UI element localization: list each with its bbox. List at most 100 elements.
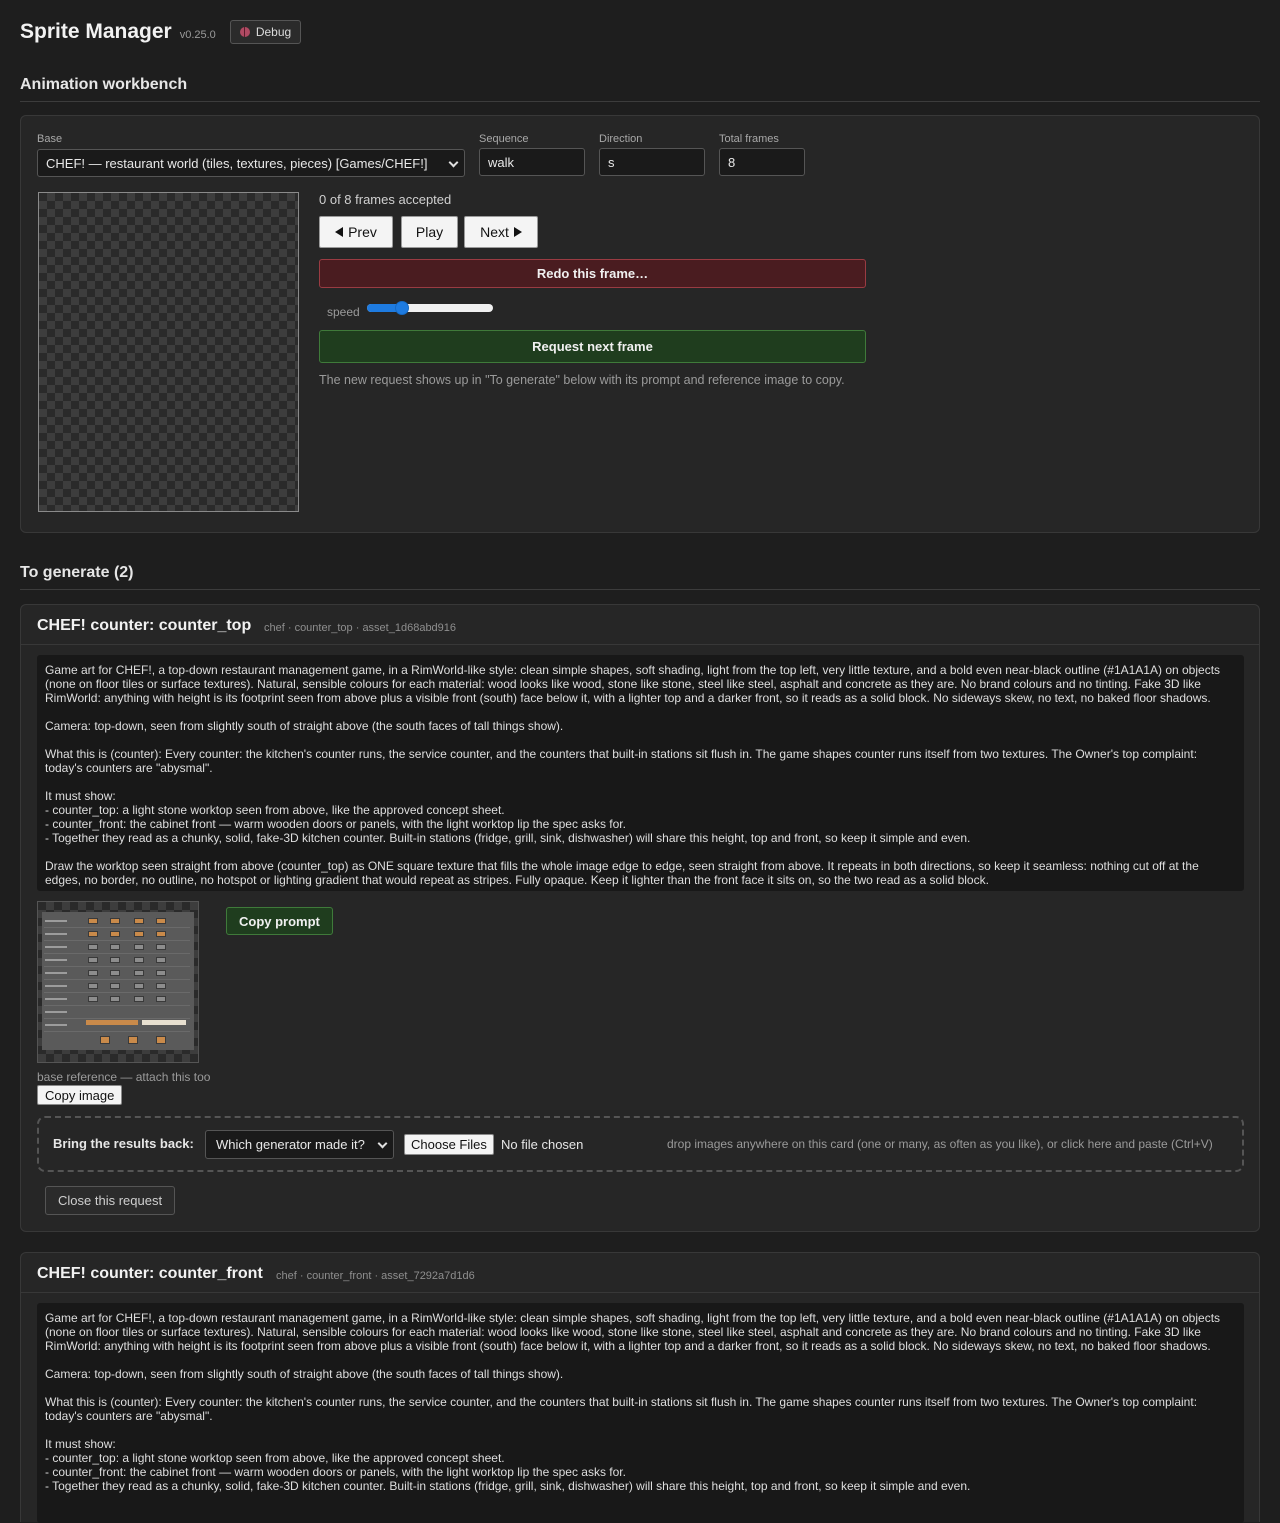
generator-select[interactable]: Which generator made it? [205,1130,394,1159]
direction-input[interactable]: s [599,148,705,176]
sheet-sprite-cell [110,983,120,989]
app-version: v0.25.0 [179,29,216,41]
play-label: Play [415,224,444,240]
chevron-down-icon [448,157,459,168]
request-title: CHEF! counter: counter_top [37,617,252,634]
workbench-section-title: Animation workbench [20,76,188,93]
request-next-frame-button[interactable]: Request next frame [319,330,866,363]
total-frames-value: 8 [728,154,736,170]
sheet-sprite-cell [110,918,120,924]
app-title: Sprite Manager [20,20,172,43]
sheet-grid-line [44,966,190,967]
sheet-sprite-cell [88,944,98,950]
results-dropzone[interactable]: Bring the results back: Which generator … [37,1116,1244,1172]
total-frames-input[interactable]: 8 [719,148,805,176]
sheet-row-label [45,998,67,1000]
sheet-row-label [45,1011,67,1013]
sheet-sprite-cell [134,944,144,950]
copy-image-button[interactable]: Copy image [37,1085,123,1105]
close-request-button[interactable]: Close this request [45,1186,176,1215]
sheet-grid-line [44,1031,190,1032]
triangle-left-icon [335,227,344,237]
sheet-sprite-cell [110,957,120,963]
play-button[interactable]: Play [401,216,458,248]
sheet-grid-line [44,1005,190,1006]
prompt-text: Game art for CHEF!, a top-down restauran… [37,655,1244,891]
sheet-row-label [45,972,67,974]
prompt-paragraph: Game art for CHEF!, a top-down restauran… [45,1311,1221,1353]
direction-value: s [608,154,615,170]
prompt-paragraph: What this is (counter): Every counter: t… [45,747,1198,775]
speed-slider-track [367,304,493,312]
sheet-row-label [45,946,67,948]
chevron-down-icon [377,1138,388,1149]
sheet-row-label [45,933,67,935]
sheet-sprite-cell [88,996,98,1002]
prompt-paragraph: Camera: top-down, seen from slightly sou… [45,1367,564,1381]
sheet-grid-line [44,979,190,980]
request-meta: chef · counter_top · asset_1d68abd916 [264,622,457,634]
frames-status: 0 of 8 frames accepted [319,192,452,207]
sheet-sprite-cell [156,970,166,976]
sheet-grid-line [44,1018,190,1019]
reference-caption: base reference — attach this too [37,1070,211,1084]
direction-label: Direction [599,133,643,145]
queue-section-title: To generate (2) [20,564,134,581]
copy-prompt-button[interactable]: Copy prompt [226,907,333,935]
debug-label: Debug [255,25,292,39]
sheet-sprite-cell [88,918,98,924]
sheet-sprite-cell [134,957,144,963]
sheet-grid-line [44,940,190,941]
sheet-grid-line [44,953,190,954]
sheet-row-label [45,1024,67,1026]
card-divider [21,644,1259,645]
sheet-row-label [45,985,67,987]
prompt-text: Game art for CHEF!, a top-down restauran… [37,1303,1244,1523]
copy-prompt-label: Copy prompt [239,913,320,929]
prompt-paragraph: Camera: top-down, seen from slightly sou… [45,719,564,733]
sheet-sprite-cell [110,931,120,937]
sheet-counter-piece [100,1036,110,1044]
prev-label: Prev [348,224,377,240]
speed-slider-thumb[interactable] [395,301,409,315]
next-label: Next [480,224,509,240]
prompt-paragraph: It must show: - counter_top: a light sto… [45,1437,971,1493]
prompt-paragraph: It must show: - counter_top: a light sto… [45,789,971,845]
sheet-sprite-cell [134,983,144,989]
sheet-sprite-cell [110,996,120,1002]
speed-slider[interactable] [367,300,493,316]
animation-workbench-card: Base CHEF! — restaurant world (tiles, te… [20,115,1260,533]
card-divider [21,1292,1259,1293]
prev-frame-button[interactable]: Prev [319,216,393,248]
sheet-sprite-cell [88,970,98,976]
redo-frame-button[interactable]: Redo this frame… [319,259,866,288]
prompt-paragraph: Game art for CHEF!, a top-down restauran… [45,663,1221,705]
request-card: CHEF! counter: counter_top chef · counte… [20,604,1260,1232]
sheet-sprite-cell [156,944,166,950]
sheet-sprite-cell [134,918,144,924]
sequence-input[interactable]: walk [479,148,585,176]
sheet-sprite-cell [134,996,144,1002]
drop-hint: drop images anywhere on this card (one o… [667,1137,1213,1151]
sheet-sprite-cell [88,957,98,963]
request-next-label: Request next frame [532,339,653,354]
choose-files-button[interactable]: Choose Files [404,1134,494,1155]
sheet-sprite-cell [156,983,166,989]
app-header: Sprite Manager v0.25.0 Debug [20,16,302,48]
sequence-value: walk [488,154,515,170]
speed-label: speed [327,305,360,319]
sheet-counter-piece [128,1036,138,1044]
redo-label: Redo this frame… [536,266,649,281]
base-select[interactable]: CHEF! — restaurant world (tiles, texture… [37,149,465,177]
reference-image [37,901,199,1063]
sheet-grid-line [44,927,190,928]
section-divider [20,101,1260,102]
bug-icon [239,27,250,37]
request-meta: chef · counter_front · asset_7292a7d1d6 [276,1270,475,1282]
next-frame-button[interactable]: Next [464,216,538,248]
sheet-sprite-cell [156,996,166,1002]
debug-button[interactable]: Debug [229,20,302,44]
sheet-row-label [45,920,67,922]
sheet-counter-strip [142,1020,186,1025]
generator-select-value: Which generator made it? [216,1137,365,1152]
